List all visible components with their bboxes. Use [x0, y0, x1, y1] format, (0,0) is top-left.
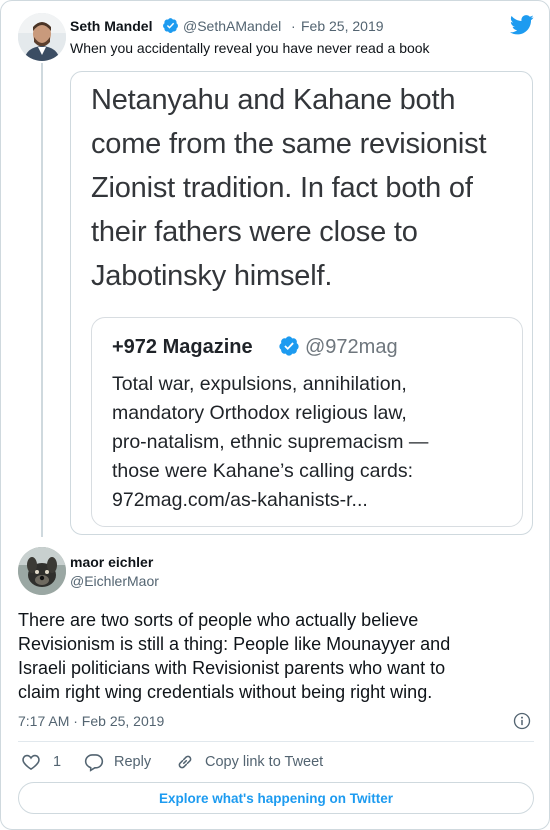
reply-text-line: There are two sorts of people who actual…	[18, 610, 419, 630]
reply-author-name[interactable]: maor eichler	[70, 554, 153, 570]
quoted-author-handle: @972mag	[305, 336, 398, 358]
like-count: 1	[53, 754, 62, 770]
tweet-date-link[interactable]: Feb 25, 2019	[301, 18, 384, 34]
quoted-line: Total war, expulsions, annihilation,	[112, 373, 407, 395]
seth-mandel-avatar[interactable]	[18, 13, 66, 61]
tweet-media-image[interactable]: Netanyahu and Kahane both come from the …	[70, 71, 533, 535]
tweet-text: When you accidentally reveal you have ne…	[70, 40, 430, 56]
speech-bubble-icon	[84, 754, 104, 772]
thread-connector-line	[41, 63, 43, 537]
quoted-tweet-body: Total war, expulsions, annihilation, man…	[112, 370, 522, 515]
quoted-line: pro-natalism, ethnic supremacism —	[112, 431, 429, 453]
quoted-line: 972mag.com/as-kahanists-r...	[112, 489, 368, 511]
quoted-line: those were Kahane’s calling cards:	[112, 460, 413, 482]
tweet-embed-card: Seth Mandel @SethAMandel · Feb 25, 2019 …	[0, 0, 550, 830]
image-tweet-text: Netanyahu and Kahane both come from the …	[91, 84, 487, 292]
explore-twitter-button[interactable]: Explore what's happening on Twitter	[18, 782, 534, 814]
reply-tweet-text: There are two sorts of people who actual…	[18, 608, 538, 704]
tweet-timestamp-link[interactable]: 7:17 AM · Feb 25, 2019	[18, 713, 164, 729]
author-handle[interactable]: @SethAMandel	[183, 18, 281, 34]
quoted-line: mandatory Orthodox religious law,	[112, 402, 407, 424]
quoted-author-name: +972 Magazine	[112, 336, 253, 358]
verified-badge-icon	[163, 18, 178, 33]
twitter-bird-icon[interactable]	[510, 15, 534, 35]
reply-label: Reply	[114, 754, 152, 770]
copy-link-button[interactable]: Copy link to Tweet	[175, 752, 323, 772]
author-name[interactable]: Seth Mandel	[70, 18, 152, 34]
reply-text-line: Revisionism is still a thing: People lik…	[18, 634, 451, 654]
copy-link-label: Copy link to Tweet	[205, 754, 324, 770]
divider	[18, 741, 534, 742]
dog-photo-avatar-icon	[18, 547, 66, 595]
verified-badge-icon	[279, 336, 299, 356]
reply-button[interactable]: Reply	[84, 752, 151, 772]
reply-author-handle[interactable]: @EichlerMaor	[70, 573, 159, 589]
user-photo-avatar-icon	[18, 13, 66, 61]
reply-text-line: claim right wing credentials without bei…	[18, 682, 433, 702]
link-icon	[178, 755, 192, 769]
meta-separator: ·	[291, 18, 296, 34]
maor-eichler-avatar[interactable]	[18, 547, 66, 595]
image-quoted-tweet: +972 Magazine @972mag Total war, expulsi…	[91, 317, 523, 527]
reply-text-line: Israeli politicians with Revisionist par…	[18, 658, 446, 678]
heart-icon	[22, 754, 40, 771]
info-icon[interactable]	[513, 712, 531, 730]
like-button[interactable]: 1	[21, 752, 61, 772]
